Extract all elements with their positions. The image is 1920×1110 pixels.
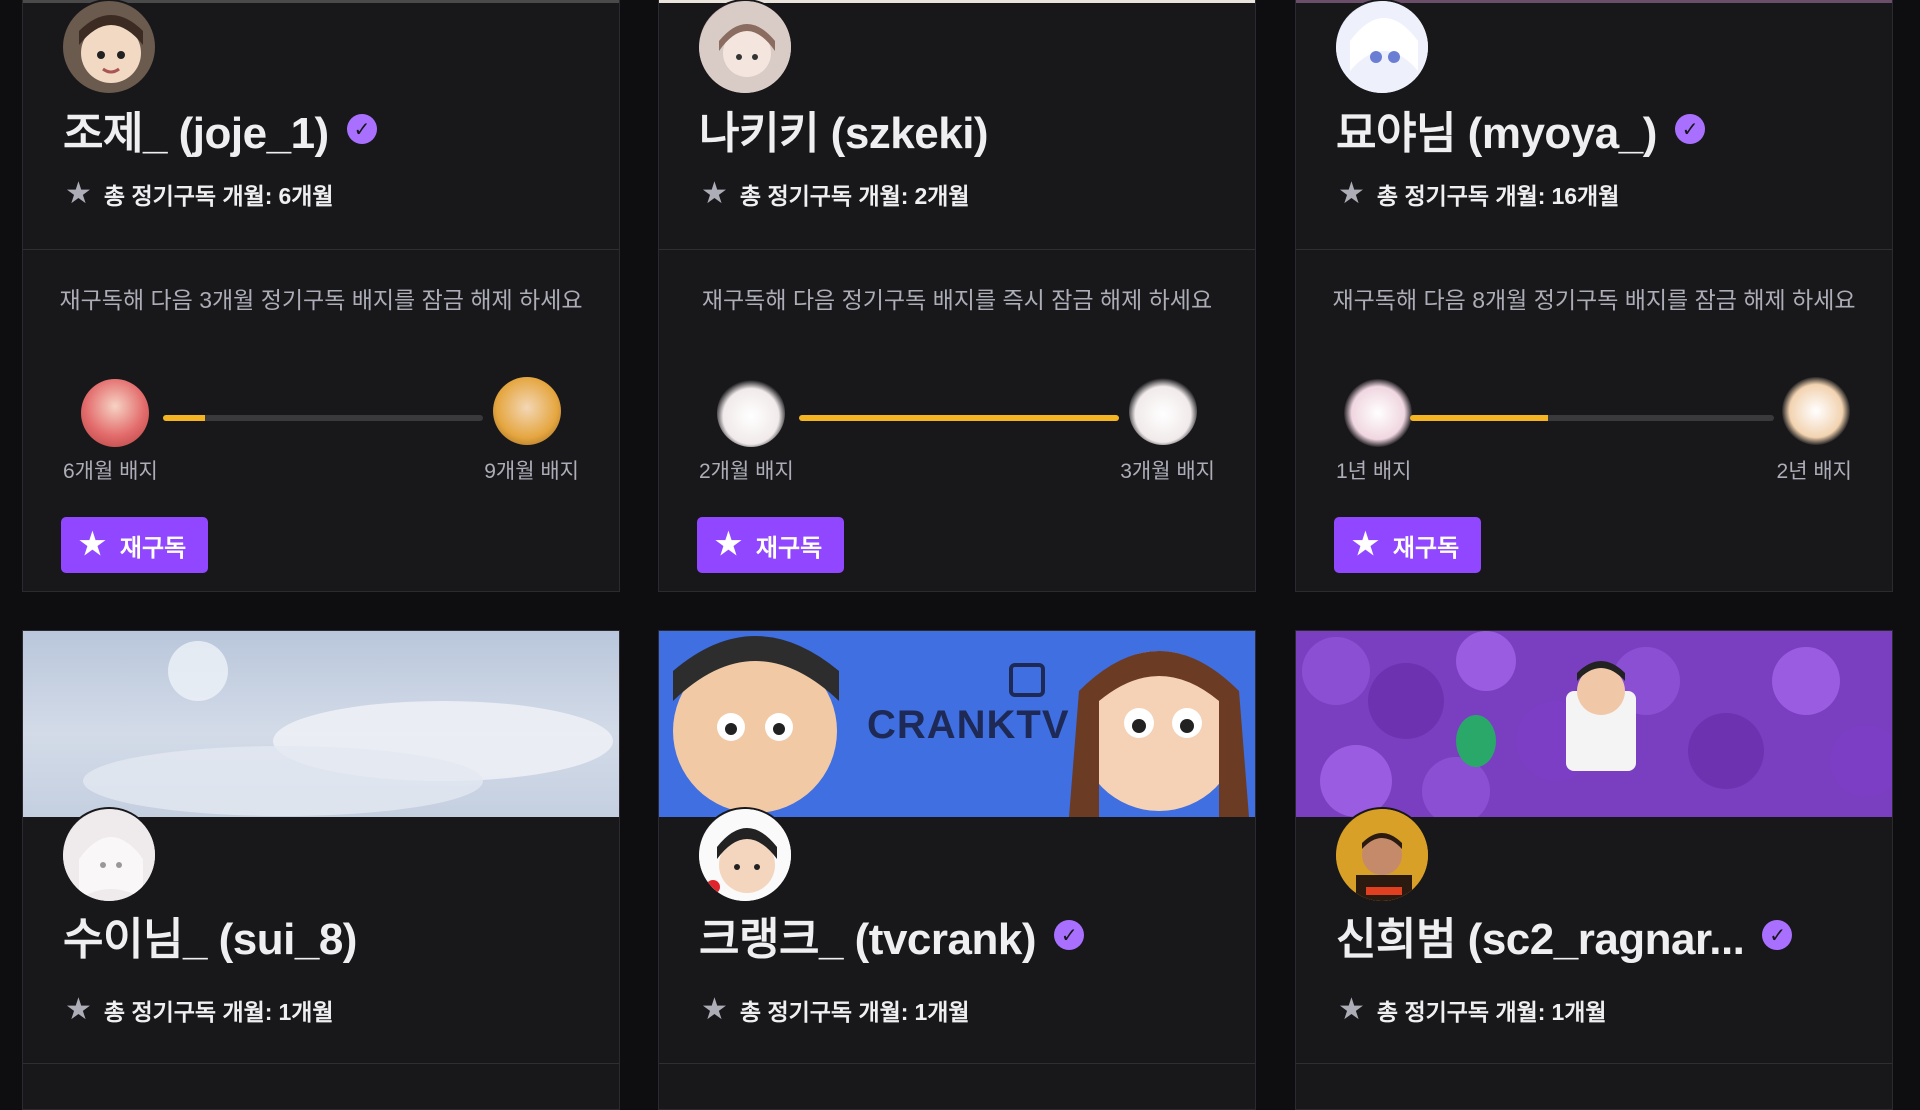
channel-name[interactable]: 조제_ (joje_1) <box>63 97 329 161</box>
channel-avatar[interactable] <box>1334 807 1430 903</box>
star-icon: ★ <box>1352 528 1379 561</box>
unlock-message: 재구독해 다음 3개월 정기구독 배지를 잠금 해제 하세요 <box>59 287 583 313</box>
channel-avatar[interactable] <box>61 807 157 903</box>
current-badge-label: 2개월 배지 <box>699 460 794 483</box>
star-icon: ★ <box>1338 993 1365 1026</box>
unlock-message: 재구독해 다음 정기구독 배지를 즉시 잠금 해제 하세요 <box>701 287 1213 313</box>
unlock-message: 재구독해 다음 8개월 정기구독 배지를 잠금 해제 하세요 <box>1332 287 1856 313</box>
badge-progress-bar <box>799 415 1119 421</box>
star-icon: ★ <box>701 177 728 210</box>
current-badge-label: 6개월 배지 <box>63 460 158 483</box>
next-badge-icon <box>1129 377 1197 445</box>
resubscribe-label: 재구독 <box>119 534 187 562</box>
channel-banner <box>1296 631 1892 817</box>
subs-value: 1개월 <box>914 999 970 1025</box>
subs-label: 총 정기구독 개월: <box>739 183 909 209</box>
current-badge-label: 1년 배지 <box>1336 460 1412 483</box>
star-icon: ★ <box>715 528 742 561</box>
subscription-card-joje: 조제_ (joje_1) ✓ ★ 총 정기구독 개월: 6개월 재구독해 다음 … <box>22 0 620 592</box>
channel-name[interactable]: 신희범 (sc2_ragnar... <box>1336 903 1745 967</box>
channel-avatar[interactable] <box>61 0 157 95</box>
next-badge-label: 2년 배지 <box>1776 460 1852 483</box>
divider <box>23 249 619 250</box>
resubscribe-button[interactable]: ★ 재구독 <box>61 517 209 573</box>
resubscribe-button[interactable]: ★ 재구독 <box>697 517 845 573</box>
divider <box>659 249 1255 250</box>
current-badge-icon <box>1344 379 1412 447</box>
badge-progress-bar <box>163 415 483 421</box>
badge-progress-bar <box>1410 415 1774 421</box>
next-badge-label: 3개월 배지 <box>1120 460 1215 483</box>
channel-name[interactable]: 크랭크_ (tvcrank) <box>699 903 1036 967</box>
subs-label: 총 정기구독 개월: <box>103 999 273 1025</box>
star-icon: ★ <box>1338 177 1365 210</box>
resubscribe-label: 재구독 <box>1392 534 1460 562</box>
next-badge-icon <box>1782 377 1850 445</box>
channel-name[interactable]: 묘야님 (myoya_) <box>1336 97 1657 161</box>
subscription-card-tvcrank: CRANKTV 크랭크_ (tvcrank) ✓ ★ 총 정기구독 개월: 1개… <box>658 630 1256 1110</box>
badge-progress-fill <box>163 415 205 421</box>
channel-name[interactable]: 나키키 (szkeki) <box>699 97 989 161</box>
next-badge-icon <box>493 377 561 445</box>
next-badge-label: 9개월 배지 <box>484 460 579 483</box>
subscription-card-myoya: 묘야님 (myoya_) ✓ ★ 총 정기구독 개월: 16개월 재구독해 다음… <box>1295 0 1893 592</box>
subscription-card-sui: 수이님_ (sui_8) ★ 총 정기구독 개월: 1개월 <box>22 630 620 1110</box>
divider <box>659 1063 1255 1064</box>
subs-label: 총 정기구독 개월: <box>1376 183 1546 209</box>
badge-progress-fill <box>1410 415 1549 421</box>
star-icon: ★ <box>65 177 92 210</box>
resubscribe-label: 재구독 <box>755 534 823 562</box>
banner-logo-text: CRANKTV <box>867 703 1070 747</box>
subscription-card-sc2-ragnar: 신희범 (sc2_ragnar... ✓ ★ 총 정기구독 개월: 1개월 <box>1295 630 1893 1110</box>
star-icon: ★ <box>701 993 728 1026</box>
divider <box>1296 1063 1892 1064</box>
channel-banner <box>23 631 619 817</box>
verified-check-icon: ✓ <box>1762 920 1793 950</box>
channel-avatar[interactable] <box>697 807 793 903</box>
subscription-card-szkeki: 나키키 (szkeki) ★ 총 정기구독 개월: 2개월 재구독해 다음 정기… <box>658 0 1256 592</box>
subs-label: 총 정기구독 개월: <box>739 999 909 1025</box>
current-badge-icon <box>717 379 785 447</box>
verified-check-icon: ✓ <box>1674 114 1705 144</box>
current-badge-icon <box>81 379 149 447</box>
badge-progress-fill <box>799 415 1119 421</box>
resubscribe-button[interactable]: ★ 재구독 <box>1334 517 1482 573</box>
channel-avatar[interactable] <box>697 0 793 95</box>
divider <box>1296 249 1892 250</box>
subs-label: 총 정기구독 개월: <box>1376 999 1546 1025</box>
subs-value: 1개월 <box>1551 999 1607 1025</box>
verified-check-icon: ✓ <box>1053 920 1084 950</box>
subs-value: 1개월 <box>278 999 334 1025</box>
subs-value: 2개월 <box>914 183 970 209</box>
subs-label: 총 정기구독 개월: <box>103 183 273 209</box>
channel-name[interactable]: 수이님_ (sui_8) <box>63 903 357 967</box>
verified-check-icon: ✓ <box>346 114 377 144</box>
divider <box>23 1063 619 1064</box>
star-icon: ★ <box>65 993 92 1026</box>
star-icon: ★ <box>79 528 106 561</box>
channel-avatar[interactable] <box>1334 0 1430 95</box>
subs-value: 16개월 <box>1551 183 1620 209</box>
channel-banner: CRANKTV <box>659 631 1255 817</box>
subs-value: 6개월 <box>278 183 334 209</box>
